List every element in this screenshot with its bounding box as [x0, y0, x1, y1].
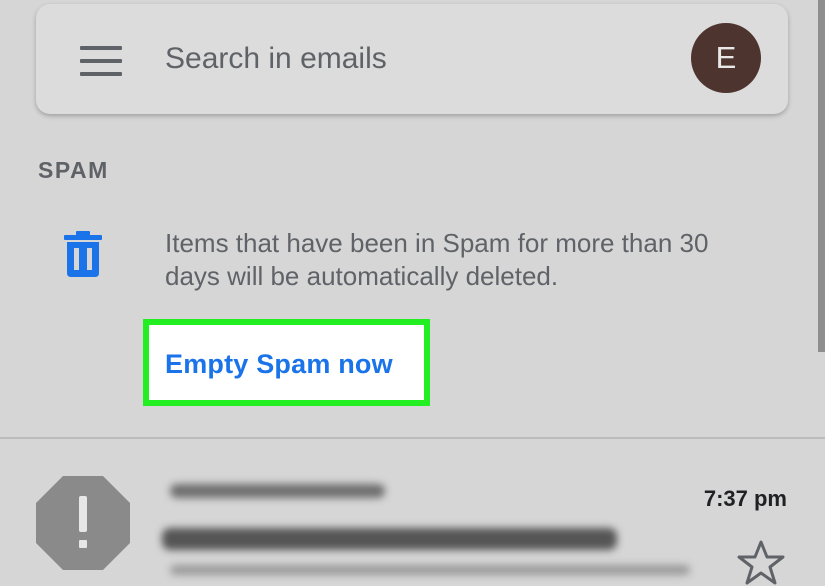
account-avatar[interactable]: E: [691, 23, 761, 93]
empty-spam-now-button[interactable]: Empty Spam now: [165, 349, 393, 380]
exclamation-icon: [36, 476, 130, 570]
spam-retention-message: Items that have been in Spam for more th…: [165, 228, 709, 291]
search-input[interactable]: [165, 39, 645, 79]
divider: [0, 437, 825, 439]
section-label: SPAM: [38, 157, 109, 183]
sender-name-redacted: [170, 484, 385, 498]
star-icon[interactable]: [737, 540, 785, 586]
empty-spam-highlight: Empty Spam now: [143, 319, 430, 406]
search-bar: E: [36, 4, 788, 114]
snippet-redacted: [170, 565, 690, 575]
email-time: 7:37 pm: [703, 486, 787, 511]
subject-redacted: [162, 528, 617, 550]
hamburger-menu-icon[interactable]: [80, 46, 122, 76]
scrollbar[interactable]: [818, 0, 825, 352]
email-list-item[interactable]: 7:37 pm: [0, 440, 825, 585]
trash-icon: [64, 231, 102, 277]
